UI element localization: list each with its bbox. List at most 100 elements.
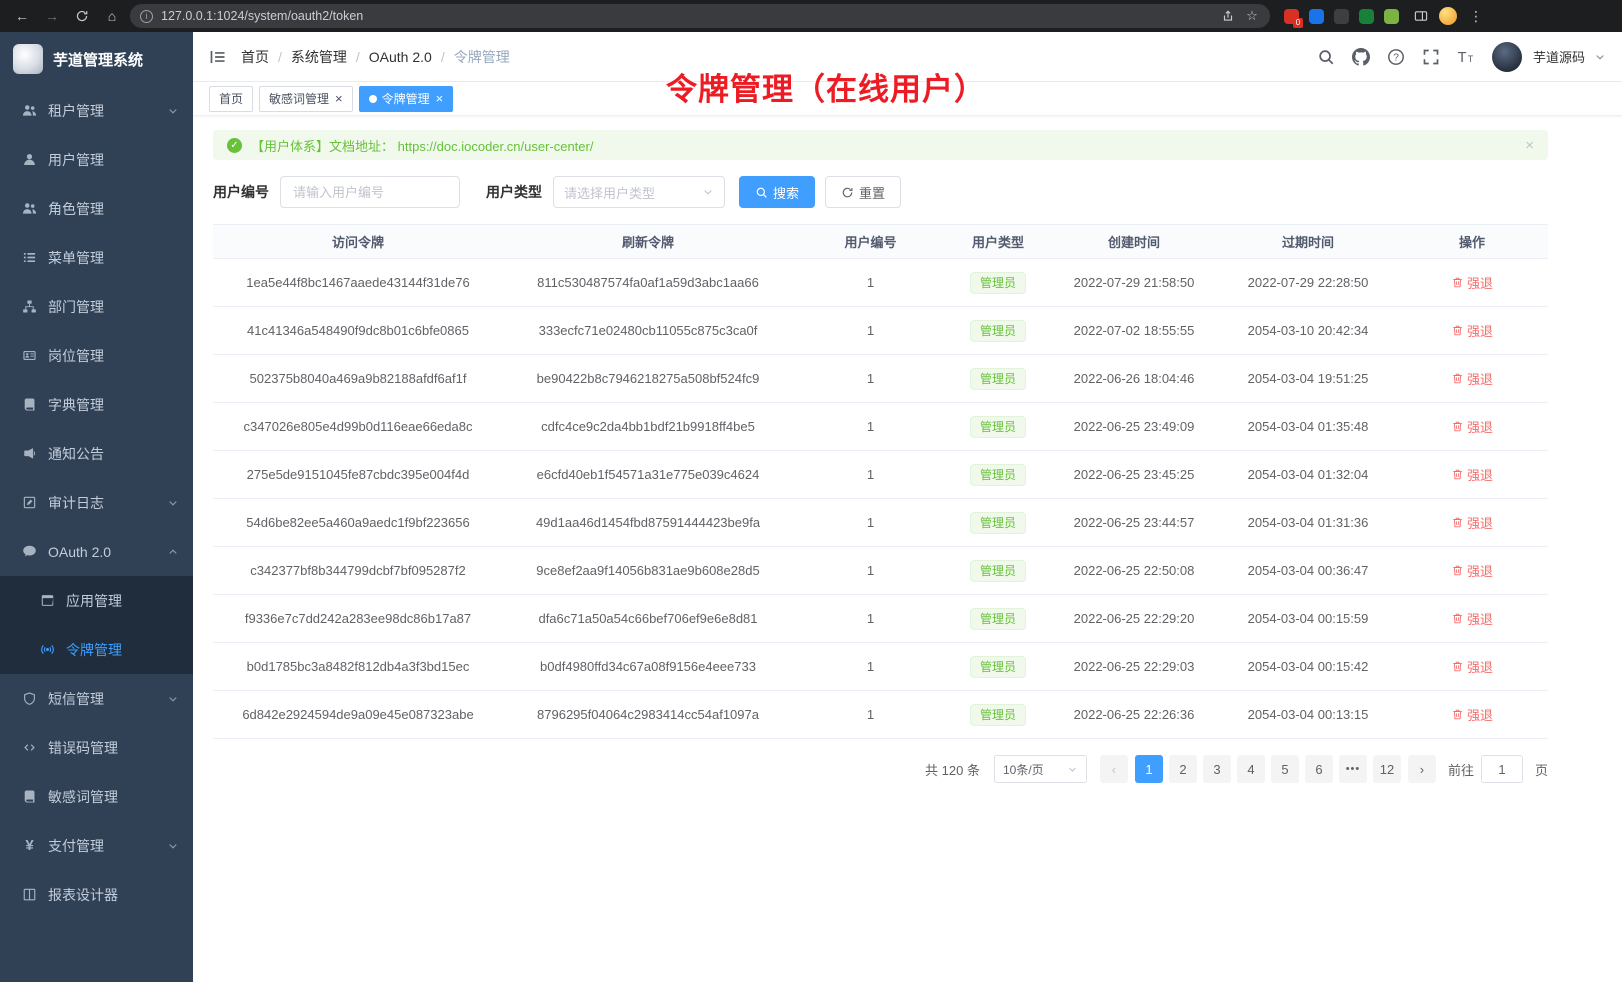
- breadcrumb-separator: /: [441, 49, 445, 65]
- sidebar-item-label: 岗位管理: [48, 346, 179, 366]
- user-id-cell: 1: [793, 643, 948, 691]
- sidebar-item-pay[interactable]: ¥支付管理: [0, 821, 193, 870]
- split-view-icon[interactable]: [1413, 8, 1429, 24]
- help-icon[interactable]: ?: [1387, 48, 1405, 66]
- trash-icon: [1451, 612, 1464, 625]
- trash-icon: [1451, 324, 1464, 337]
- force-logout-button[interactable]: 强退: [1451, 321, 1493, 340]
- trash-icon: [1451, 420, 1464, 433]
- browser-forward-icon[interactable]: →: [40, 5, 64, 27]
- sidebar-item-errcode[interactable]: 错误码管理: [0, 723, 193, 772]
- page-button[interactable]: 4: [1237, 755, 1265, 783]
- sidebar-item-menu[interactable]: 菜单管理: [0, 233, 193, 282]
- sidebar-item-tenant[interactable]: 租户管理: [0, 86, 193, 135]
- sidebar-item-oauth[interactable]: OAuth 2.0: [0, 527, 193, 576]
- extension-icon-dark[interactable]: [1334, 9, 1349, 24]
- page-button[interactable]: 2: [1169, 755, 1197, 783]
- user-type-select[interactable]: 请选择用户类型: [553, 176, 725, 208]
- view-tab[interactable]: 令牌管理×: [359, 86, 454, 112]
- sidebar-item-sms[interactable]: 短信管理: [0, 674, 193, 723]
- sidebar-item-sensitive[interactable]: 敏感词管理: [0, 772, 193, 821]
- search-icon[interactable]: [1317, 48, 1335, 66]
- force-logout-button[interactable]: 强退: [1451, 705, 1493, 724]
- page-button[interactable]: 3: [1203, 755, 1231, 783]
- force-logout-button[interactable]: 强退: [1451, 513, 1493, 532]
- browser-address-bar[interactable]: i 127.0.0.1:1024/system/oauth2/token ☆: [130, 4, 1270, 28]
- page-button[interactable]: 1: [1135, 755, 1163, 783]
- expire-time-cell: 2022-07-29 22:28:50: [1220, 259, 1396, 307]
- sidebar-item-post[interactable]: 岗位管理: [0, 331, 193, 380]
- sidebar-menu: 租户管理用户管理角色管理菜单管理部门管理岗位管理字典管理通知公告审计日志OAut…: [0, 86, 193, 982]
- page-button[interactable]: 12: [1373, 755, 1401, 783]
- search-button[interactable]: 搜索: [739, 176, 815, 208]
- app-logo[interactable]: 芋道管理系统: [0, 32, 193, 86]
- tab-close-icon[interactable]: ×: [436, 92, 444, 105]
- browser-back-icon[interactable]: ←: [10, 5, 34, 27]
- fullscreen-icon[interactable]: [1422, 48, 1440, 66]
- extension-icon-lime[interactable]: [1384, 9, 1399, 24]
- reset-button-label: 重置: [859, 183, 885, 202]
- user-type-cell: 管理员: [948, 499, 1048, 547]
- force-logout-button[interactable]: 强退: [1451, 417, 1493, 436]
- view-tab[interactable]: 首页: [209, 86, 253, 112]
- page-ellipsis[interactable]: •••: [1339, 755, 1367, 783]
- breadcrumb-item[interactable]: OAuth 2.0: [369, 49, 432, 65]
- user-id-cell: 1: [793, 547, 948, 595]
- page-size-select[interactable]: 10条/页: [994, 755, 1087, 783]
- font-size-icon[interactable]: TT: [1457, 48, 1475, 66]
- browser-home-icon[interactable]: ⌂: [100, 5, 124, 27]
- force-logout-button[interactable]: 强退: [1451, 609, 1493, 628]
- extension-icon-red[interactable]: 0: [1284, 9, 1299, 24]
- breadcrumb-item[interactable]: 首页: [241, 47, 269, 67]
- force-logout-button[interactable]: 强退: [1451, 657, 1493, 676]
- access-token-cell: f9336e7c7dd242a283ee98dc86b17a87: [213, 595, 503, 643]
- next-page-button[interactable]: ›: [1408, 755, 1436, 783]
- github-icon[interactable]: [1352, 48, 1370, 66]
- page-button[interactable]: 5: [1271, 755, 1299, 783]
- breadcrumb-item[interactable]: 系统管理: [291, 47, 347, 67]
- share-icon[interactable]: [1220, 8, 1236, 24]
- user-avatar[interactable]: [1492, 42, 1522, 72]
- page-button[interactable]: 6: [1305, 755, 1333, 783]
- expire-time-cell: 2054-03-04 00:36:47: [1220, 547, 1396, 595]
- bookmark-star-icon[interactable]: ☆: [1244, 8, 1260, 24]
- goto-page-input[interactable]: [1481, 755, 1523, 783]
- sidebar-collapse-icon[interactable]: [209, 48, 227, 66]
- force-logout-label: 强退: [1467, 705, 1493, 724]
- extension-icon-blue[interactable]: [1309, 9, 1324, 24]
- user-type-cell: 管理员: [948, 307, 1048, 355]
- reset-button[interactable]: 重置: [825, 176, 901, 208]
- browser-profile-avatar[interactable]: [1439, 7, 1457, 25]
- breadcrumb-item: 令牌管理: [454, 47, 510, 67]
- force-logout-button[interactable]: 强退: [1451, 561, 1493, 580]
- view-tab[interactable]: 敏感词管理×: [259, 86, 353, 112]
- svg-text:T: T: [1458, 50, 1467, 66]
- create-time-cell: 2022-06-25 22:29:03: [1048, 643, 1220, 691]
- user-menu-caret-icon[interactable]: [1594, 51, 1606, 63]
- user-id-input[interactable]: [280, 176, 460, 208]
- sidebar-item-report[interactable]: 报表设计器: [0, 870, 193, 919]
- access-token-cell: c347026e805e4d99b0d116eae66eda8c: [213, 403, 503, 451]
- alert-close-icon[interactable]: ×: [1525, 137, 1534, 154]
- sidebar-item-dept[interactable]: 部门管理: [0, 282, 193, 331]
- sidebar-item-role[interactable]: 角色管理: [0, 184, 193, 233]
- force-logout-button[interactable]: 强退: [1451, 369, 1493, 388]
- sidebar-item-notice[interactable]: 通知公告: [0, 429, 193, 478]
- alert-doc-link[interactable]: https://doc.iocoder.cn/user-center/: [398, 139, 594, 154]
- browser-reload-icon[interactable]: [70, 5, 94, 27]
- force-logout-button[interactable]: 强退: [1451, 273, 1493, 292]
- browser-menu-icon[interactable]: ⋮: [1467, 8, 1485, 25]
- force-logout-label: 强退: [1467, 273, 1493, 292]
- sidebar-item-oauth-token[interactable]: 令牌管理: [0, 625, 193, 674]
- extension-icon-green[interactable]: [1359, 9, 1374, 24]
- sidebar-item-user[interactable]: 用户管理: [0, 135, 193, 184]
- sidebar-item-audit[interactable]: 审计日志: [0, 478, 193, 527]
- prev-page-button[interactable]: ‹: [1100, 755, 1128, 783]
- user-name[interactable]: 芋道源码: [1533, 47, 1585, 66]
- user-type-label: 用户类型: [486, 182, 542, 202]
- sidebar-item-oauth-app[interactable]: 应用管理: [0, 576, 193, 625]
- sidebar-item-dict[interactable]: 字典管理: [0, 380, 193, 429]
- tab-close-icon[interactable]: ×: [335, 92, 343, 105]
- site-info-icon[interactable]: i: [140, 10, 153, 23]
- force-logout-button[interactable]: 强退: [1451, 465, 1493, 484]
